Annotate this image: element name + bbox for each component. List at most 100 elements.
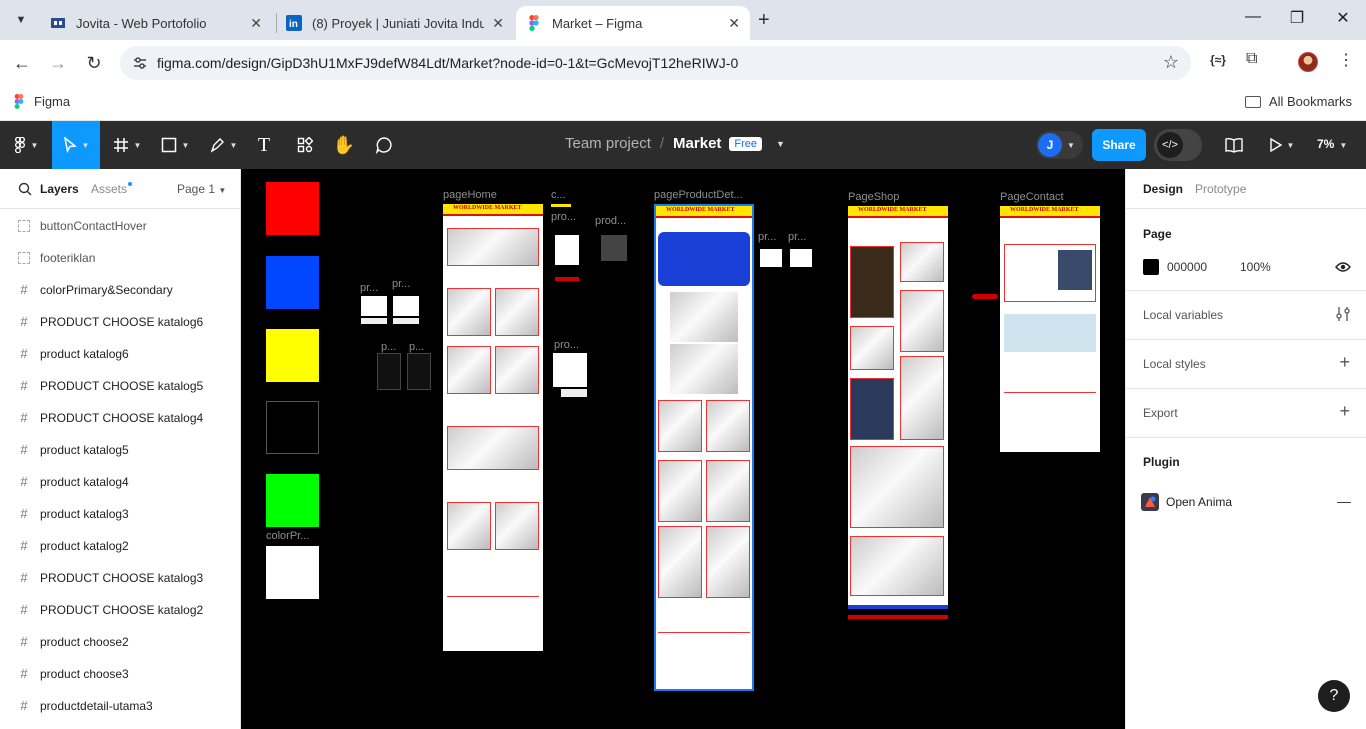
- plus-icon[interactable]: +: [1339, 401, 1350, 422]
- frame-label[interactable]: pr...: [788, 231, 806, 243]
- color-swatch-black[interactable]: [266, 401, 319, 454]
- page-selector[interactable]: Page 1 ▼: [177, 182, 226, 196]
- frame-thumbnail[interactable]: [551, 204, 571, 207]
- layer-row[interactable]: # PRODUCT CHOOSE katalog3: [0, 562, 241, 594]
- all-bookmarks-button[interactable]: All Bookmarks: [1244, 94, 1352, 109]
- share-button[interactable]: Share: [1092, 129, 1146, 161]
- omnibox[interactable]: figma.com/design/GipD3hU1MxFJ9defW84Ldt/…: [120, 46, 1191, 80]
- new-tab-icon[interactable]: +: [758, 9, 770, 32]
- frame-label[interactable]: prod...: [595, 215, 626, 227]
- frame-thumbnail[interactable]: [561, 389, 587, 397]
- frame-label[interactable]: pageHome: [443, 189, 497, 201]
- layer-row[interactable]: # product katalog3: [0, 498, 241, 530]
- frame-tool-button[interactable]: ▼: [106, 121, 148, 169]
- reload-icon[interactable]: ↻: [83, 52, 105, 74]
- browser-tab-portfolio[interactable]: Jovita - Web Portofolio ✕: [40, 6, 272, 40]
- team-name[interactable]: Team project: [565, 135, 651, 152]
- layer-row[interactable]: footeriklan: [0, 242, 241, 274]
- close-tab-icon[interactable]: ✕: [250, 15, 262, 32]
- frame-thumbnail[interactable]: [555, 277, 579, 281]
- frame-thumbnail[interactable]: [790, 249, 812, 267]
- frame-label[interactable]: PageShop: [848, 191, 899, 203]
- layer-row[interactable]: # product choose2: [0, 626, 241, 658]
- color-swatch-blue[interactable]: [266, 256, 319, 309]
- frame-thumbnail[interactable]: [361, 296, 387, 316]
- bookmark-star-icon[interactable]: ☆: [1163, 52, 1179, 73]
- local-variables-section[interactable]: Local variables: [1126, 291, 1366, 340]
- forward-icon[interactable]: →: [47, 52, 69, 74]
- frame-thumbnail[interactable]: [553, 353, 587, 387]
- url-text[interactable]: figma.com/design/GipD3hU1MxFJ9defW84Ldt/…: [157, 55, 738, 71]
- color-swatch-yellow[interactable]: [266, 329, 319, 382]
- frame-thumbnail[interactable]: [393, 318, 419, 324]
- extensions-puzzle-icon[interactable]: ⧉: [1246, 50, 1257, 68]
- frame-thumbnail[interactable]: [601, 235, 627, 261]
- move-tool-button[interactable]: ▼: [52, 121, 100, 169]
- color-swatch-red[interactable]: [266, 182, 319, 235]
- frame-thumbnail[interactable]: [555, 235, 579, 265]
- frame-thumbnail[interactable]: [393, 296, 419, 316]
- profile-avatar[interactable]: [1298, 52, 1318, 72]
- frame-thumbnail[interactable]: [760, 249, 782, 267]
- bookmark-figma[interactable]: Figma: [14, 94, 70, 109]
- tab-prototype[interactable]: Prototype: [1195, 182, 1246, 196]
- layer-row[interactable]: # product katalog5: [0, 434, 241, 466]
- multiplayer-avatar[interactable]: J ▼: [1036, 131, 1083, 159]
- dev-mode-toggle[interactable]: </>: [1154, 129, 1202, 161]
- back-icon[interactable]: ←: [11, 52, 33, 74]
- layer-row[interactable]: # PRODUCT CHOOSE katalog5: [0, 370, 241, 402]
- layer-row[interactable]: # PRODUCT CHOOSE katalog2: [0, 594, 241, 626]
- color-swatch-white[interactable]: [266, 546, 319, 599]
- site-info-icon[interactable]: [132, 55, 148, 71]
- layer-row[interactable]: # product katalog4: [0, 466, 241, 498]
- browser-menu-icon[interactable]: ⋮: [1338, 50, 1354, 70]
- library-button[interactable]: [1222, 121, 1246, 169]
- resources-button[interactable]: [290, 121, 320, 169]
- layer-row[interactable]: # colorPrimary&Secondary: [0, 274, 241, 306]
- layer-row[interactable]: # product choose3: [0, 658, 241, 690]
- layer-row[interactable]: # product katalog6: [0, 338, 241, 370]
- close-tab-icon[interactable]: ✕: [728, 15, 740, 32]
- frame-label[interactable]: pr...: [392, 278, 410, 290]
- tab-search-chevron-icon[interactable]: ▼: [10, 9, 32, 31]
- comment-tool-button[interactable]: [370, 121, 398, 169]
- minus-icon[interactable]: —: [1337, 493, 1351, 509]
- plus-icon[interactable]: +: [1339, 352, 1350, 373]
- frame-label[interactable]: p...: [409, 341, 424, 353]
- search-icon[interactable]: [18, 182, 32, 196]
- footer-ad-strip[interactable]: [848, 615, 948, 619]
- close-window-icon[interactable]: ✕: [1333, 8, 1353, 28]
- layer-row[interactable]: # product katalog2: [0, 530, 241, 562]
- pen-tool-button[interactable]: ▼: [202, 121, 244, 169]
- restore-icon[interactable]: ❐: [1287, 8, 1307, 28]
- tab-assets[interactable]: Assets: [91, 182, 127, 196]
- frame-label[interactable]: pr...: [360, 282, 378, 294]
- page-opacity[interactable]: 100%: [1240, 260, 1271, 274]
- frame-label[interactable]: colorPr...: [266, 530, 309, 542]
- page-home-frame[interactable]: WORLDWIDE MARKET: [443, 204, 543, 651]
- close-tab-icon[interactable]: ✕: [492, 15, 504, 32]
- page-shop-frame[interactable]: WORLDWIDE MARKET: [848, 206, 948, 609]
- chevron-down-icon[interactable]: ▼: [776, 139, 785, 149]
- layer-row[interactable]: # PRODUCT CHOOSE katalog6: [0, 306, 241, 338]
- design-canvas[interactable]: colorPr... pr... pr... p... p... pageHom…: [241, 169, 1125, 729]
- frame-label[interactable]: c...: [551, 189, 566, 201]
- frame-label[interactable]: pro...: [551, 211, 576, 223]
- minimize-icon[interactable]: —: [1243, 8, 1263, 26]
- plugin-name[interactable]: Open Anima: [1166, 495, 1232, 509]
- frame-label[interactable]: pro...: [554, 339, 579, 351]
- tab-layers[interactable]: Layers: [40, 182, 79, 196]
- frame-thumbnail[interactable]: [377, 353, 401, 390]
- frame-label[interactable]: p...: [381, 341, 396, 353]
- color-swatch-green[interactable]: [266, 474, 319, 527]
- frame-label[interactable]: pageProductDet...: [654, 189, 743, 201]
- page-color-swatch[interactable]: [1143, 259, 1159, 275]
- file-name[interactable]: Market: [673, 135, 721, 152]
- contact-hover-button[interactable]: [972, 294, 998, 299]
- shape-tool-button[interactable]: ▼: [154, 121, 196, 169]
- page-product-detail-frame[interactable]: WORLDWIDE MARKET: [654, 204, 754, 691]
- frame-thumbnail[interactable]: [361, 318, 387, 324]
- frame-thumbnail[interactable]: [407, 353, 431, 390]
- local-styles-section[interactable]: Local styles +: [1126, 340, 1366, 389]
- zoom-level[interactable]: 7% ▼: [1317, 137, 1347, 151]
